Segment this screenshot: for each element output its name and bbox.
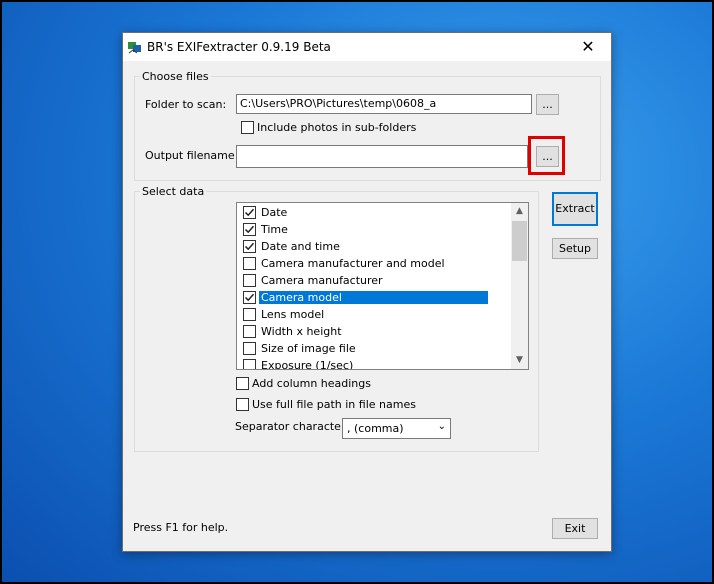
list-item[interactable]: Size of image file bbox=[237, 340, 513, 357]
separator-label: Separator character: bbox=[235, 420, 349, 433]
chevron-down-icon: ⌄ bbox=[437, 421, 446, 432]
list-item[interactable]: Camera manufacturer and model bbox=[237, 255, 513, 272]
list-item-checkbox[interactable] bbox=[243, 206, 256, 219]
scroll-down-icon[interactable]: ▼ bbox=[511, 352, 528, 369]
folder-browse-button[interactable]: ... bbox=[536, 94, 559, 115]
list-item[interactable]: Lens model bbox=[237, 306, 513, 323]
add-column-headings-checkbox[interactable] bbox=[236, 377, 249, 390]
list-item-checkbox[interactable] bbox=[243, 342, 256, 355]
list-item-label: Date and time bbox=[261, 240, 340, 253]
select-data-label: Select data bbox=[140, 185, 207, 198]
list-item-checkbox[interactable] bbox=[243, 291, 256, 304]
full-path-checkbox[interactable] bbox=[236, 398, 249, 411]
scroll-up-icon[interactable]: ▲ bbox=[511, 203, 528, 220]
separator-select[interactable]: , (comma) ⌄ bbox=[342, 418, 451, 439]
list-item-label: Date bbox=[261, 206, 288, 219]
window-title: BR's EXIFextracter 0.9.19 Beta bbox=[147, 40, 331, 54]
separator-value: , (comma) bbox=[347, 422, 404, 435]
add-column-headings-label: Add column headings bbox=[252, 377, 371, 390]
list-item-checkbox[interactable] bbox=[243, 308, 256, 321]
list-item-label: Camera manufacturer and model bbox=[261, 257, 445, 270]
list-item-checkbox[interactable] bbox=[243, 274, 256, 287]
output-filename-input[interactable] bbox=[236, 145, 528, 168]
list-item-label: Size of image file bbox=[261, 342, 356, 355]
list-item[interactable]: Date bbox=[237, 204, 513, 221]
list-item-label: Camera model bbox=[258, 290, 489, 305]
list-item-label: Time bbox=[261, 223, 288, 236]
list-item[interactable]: Camera model bbox=[237, 289, 513, 306]
list-item[interactable]: Exposure (1/sec) bbox=[237, 357, 513, 370]
annotation-highlight-box bbox=[528, 136, 565, 175]
include-subfolders-checkbox[interactable] bbox=[241, 121, 254, 134]
folder-input[interactable]: C:\Users\PRO\Pictures\temp\0608_a bbox=[236, 94, 532, 114]
full-path-label: Use full file path in file names bbox=[252, 398, 416, 411]
list-item-checkbox[interactable] bbox=[243, 257, 256, 270]
list-item-checkbox[interactable] bbox=[243, 240, 256, 253]
list-item-label: Lens model bbox=[261, 308, 325, 321]
list-item-label: Camera manufacturer bbox=[261, 274, 383, 287]
output-filename-label: Output filename : bbox=[145, 149, 242, 162]
list-item[interactable]: Time bbox=[237, 221, 513, 238]
close-icon[interactable]: ✕ bbox=[565, 33, 611, 61]
list-item-label: Exposure (1/sec) bbox=[261, 359, 354, 370]
choose-files-label: Choose files bbox=[140, 70, 211, 83]
list-item-checkbox[interactable] bbox=[243, 359, 256, 369]
list-item[interactable]: Date and time bbox=[237, 238, 513, 255]
scroll-thumb[interactable] bbox=[512, 221, 527, 261]
data-fields-list[interactable]: Date Time Date and time Camera manufacturer… bbox=[236, 202, 529, 370]
list-item-checkbox[interactable] bbox=[243, 325, 256, 338]
title-bar: BR's EXIFextracter 0.9.19 Beta ✕ bbox=[123, 33, 611, 61]
list-item-label: Width x height bbox=[261, 325, 342, 338]
list-item-checkbox[interactable] bbox=[243, 223, 256, 236]
include-subfolders-label: Include photos in sub-folders bbox=[257, 121, 417, 134]
list-item[interactable]: Camera manufacturer bbox=[237, 272, 513, 289]
help-text: Press F1 for help. bbox=[133, 521, 229, 534]
list-item[interactable]: Width x height bbox=[237, 323, 513, 340]
extract-button[interactable]: Extract bbox=[552, 192, 598, 226]
setup-button[interactable]: Setup bbox=[552, 238, 598, 259]
app-icon bbox=[127, 39, 143, 55]
folder-label: Folder to scan: bbox=[145, 98, 227, 111]
list-scrollbar[interactable]: ▲ ▼ bbox=[511, 203, 528, 369]
exit-button[interactable]: Exit bbox=[552, 518, 598, 539]
